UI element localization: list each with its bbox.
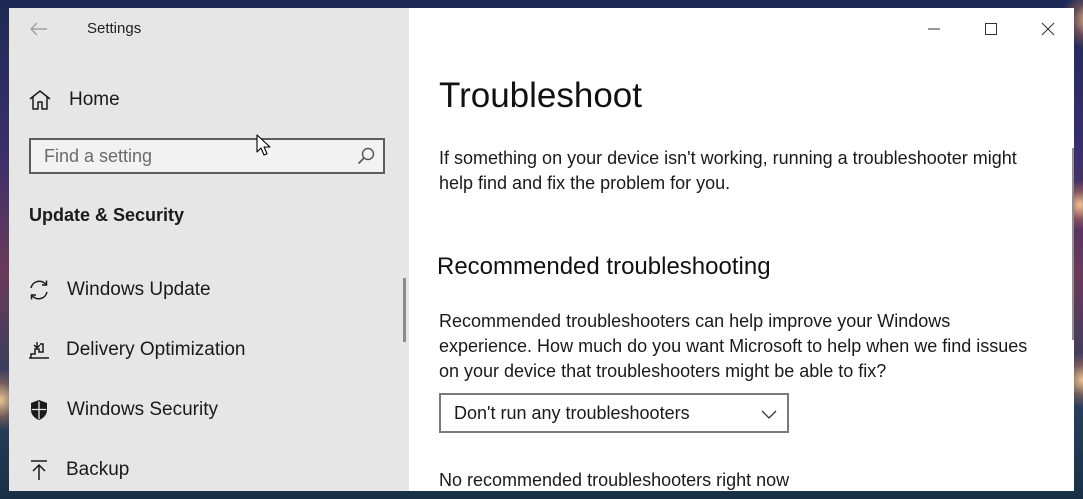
chevron-down-icon	[761, 407, 777, 419]
sidebar-item-delivery-optimization[interactable]: Delivery Optimization	[27, 335, 246, 365]
main-content: Troubleshoot If something on your device…	[409, 8, 1074, 491]
dropdown-selected-value: Don't run any troubleshooters	[454, 403, 690, 423]
maximize-button[interactable]	[968, 14, 1014, 44]
shield-icon	[27, 398, 51, 422]
sidebar-item-label: Backup	[66, 459, 130, 480]
sidebar-scrollbar[interactable]	[403, 278, 406, 342]
delivery-optimization-icon	[27, 338, 51, 362]
section-title: Update & Security	[29, 205, 185, 225]
back-button[interactable]	[27, 18, 51, 40]
close-button[interactable]	[1025, 14, 1071, 44]
mouse-cursor-icon	[256, 134, 271, 156]
page-title: Troubleshoot	[439, 76, 642, 115]
intro-text: If something on your device isn't workin…	[439, 148, 1017, 193]
recommended-description: Recommended troubleshooters can help imp…	[439, 311, 1028, 381]
maximize-icon	[985, 23, 997, 35]
content-scrollbar[interactable]	[1072, 148, 1074, 340]
sidebar-item-label: Home	[69, 89, 120, 110]
minimize-button[interactable]	[911, 14, 957, 44]
sidebar-item-label: Windows Update	[67, 279, 211, 300]
sidebar-item-label: Delivery Optimization	[66, 339, 246, 360]
sidebar-item-label: Windows Security	[67, 399, 218, 420]
recommended-status: No recommended troubleshooters right now	[439, 470, 790, 490]
back-arrow-icon	[30, 22, 47, 36]
backup-arrow-icon	[27, 458, 51, 482]
home-icon	[27, 88, 53, 112]
sidebar-item-home[interactable]: Home	[27, 86, 120, 114]
sidebar-item-windows-security[interactable]: Windows Security	[27, 395, 218, 425]
troubleshooter-level-dropdown[interactable]: Don't run any troubleshooters	[439, 393, 789, 433]
search-icon[interactable]	[357, 147, 375, 165]
close-icon	[1041, 22, 1055, 36]
settings-window: Settings Home Update & Security	[9, 8, 1074, 491]
sidebar-item-windows-update[interactable]: Windows Update	[27, 275, 211, 305]
search-box[interactable]	[29, 138, 385, 174]
sidebar: Settings Home Update & Security	[9, 8, 409, 491]
search-input[interactable]	[31, 140, 341, 172]
recommended-heading: Recommended troubleshooting	[437, 253, 771, 280]
sync-icon	[27, 278, 51, 302]
minimize-icon	[928, 28, 940, 30]
app-title: Settings	[87, 20, 142, 37]
sidebar-item-backup[interactable]: Backup	[27, 455, 129, 485]
